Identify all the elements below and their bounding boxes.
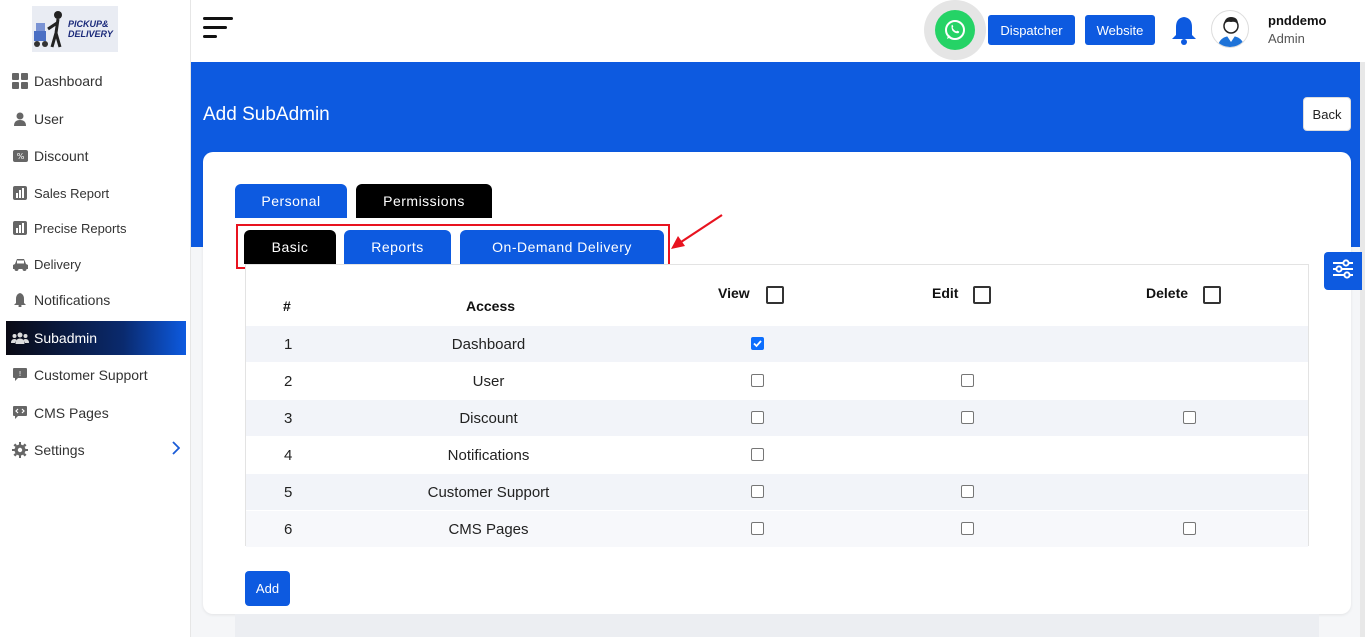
view-checkbox[interactable] bbox=[751, 374, 764, 387]
edit-checkbox[interactable] bbox=[961, 522, 974, 535]
user-name: pnddemo bbox=[1268, 13, 1327, 28]
chat-icon: ! bbox=[6, 368, 34, 382]
row-access: Dashboard bbox=[451, 335, 526, 353]
edit-checkbox[interactable] bbox=[961, 485, 974, 498]
sidebar-item-label: Customer Support bbox=[34, 367, 148, 383]
bell-icon bbox=[6, 293, 34, 307]
page-title: Add SubAdmin bbox=[203, 104, 330, 125]
svg-text:!: ! bbox=[19, 370, 22, 378]
row-access: User bbox=[472, 372, 505, 390]
row-access: Customer Support bbox=[427, 483, 550, 501]
sidebar-item-precise-reports[interactable]: Precise Reports bbox=[6, 211, 186, 245]
sidebar-item-dashboard[interactable]: Dashboard bbox=[6, 64, 186, 98]
sidebar-item-settings[interactable]: Settings bbox=[6, 433, 186, 467]
delete-all-checkbox[interactable] bbox=[1203, 286, 1221, 304]
delete-checkbox[interactable] bbox=[1183, 522, 1196, 535]
sidebar-item-sales-report[interactable]: Sales Report bbox=[6, 176, 186, 210]
grid-icon bbox=[6, 73, 34, 89]
table-row: 3 Discount bbox=[246, 399, 1308, 436]
tab-personal[interactable]: Personal bbox=[235, 184, 347, 218]
permissions-table: # Access View Edit Delete 1 Dashboard 2 … bbox=[245, 264, 1309, 547]
sidebar-item-label: Sales Report bbox=[34, 185, 110, 201]
sidebar-item-discount[interactable]: % Discount bbox=[6, 139, 186, 173]
user-icon bbox=[6, 112, 34, 126]
header-access: Access bbox=[466, 298, 516, 314]
logo-text: PICKUP& DELIVERY bbox=[68, 19, 113, 39]
sidebar-item-label: Precise Reports bbox=[34, 220, 127, 236]
edit-checkbox[interactable] bbox=[961, 374, 974, 387]
add-button[interactable]: Add bbox=[245, 571, 290, 606]
sidebar-item-customer-support[interactable]: ! Customer Support bbox=[6, 358, 186, 392]
dispatcher-button[interactable]: Dispatcher bbox=[988, 15, 1075, 45]
edit-checkbox[interactable] bbox=[961, 411, 974, 424]
table-row: 2 User bbox=[246, 362, 1308, 399]
header-edit: Edit bbox=[932, 285, 959, 301]
discount-icon: % bbox=[6, 150, 34, 162]
view-checkbox[interactable] bbox=[751, 411, 764, 424]
table-row: 4 Notifications bbox=[246, 436, 1308, 473]
highlight-box bbox=[236, 224, 670, 269]
code-chat-icon bbox=[6, 406, 34, 420]
delivery-figure-icon bbox=[32, 9, 68, 49]
annotation-arrow-icon bbox=[671, 214, 723, 249]
view-checkbox[interactable] bbox=[751, 485, 764, 498]
table-header: # Access View Edit Delete bbox=[246, 265, 1308, 325]
card-footer-shadow bbox=[235, 614, 1319, 637]
sidebar-item-label: Settings bbox=[34, 442, 85, 458]
sidebar-item-cms-pages[interactable]: CMS Pages bbox=[6, 396, 186, 430]
table-row: 1 Dashboard bbox=[246, 325, 1308, 362]
menu-toggle-icon[interactable] bbox=[203, 17, 235, 43]
header-number: # bbox=[283, 298, 291, 314]
chevron-right-icon bbox=[172, 440, 181, 460]
header-delete: Delete bbox=[1146, 285, 1189, 301]
sidebar-item-subadmin[interactable]: Subadmin bbox=[6, 321, 186, 355]
sidebar-item-notifications[interactable]: Notifications bbox=[6, 283, 186, 317]
sliders-icon bbox=[1332, 258, 1354, 284]
whatsapp-icon bbox=[935, 10, 975, 50]
customizer-toggle[interactable] bbox=[1324, 252, 1362, 290]
avatar[interactable] bbox=[1211, 10, 1249, 48]
whatsapp-button[interactable] bbox=[924, 0, 986, 60]
logo[interactable]: PICKUP& DELIVERY bbox=[32, 6, 118, 52]
table-row: 5 Customer Support bbox=[246, 473, 1308, 510]
gear-icon bbox=[6, 442, 34, 458]
sidebar-item-label: Notifications bbox=[34, 292, 111, 308]
user-role: Admin bbox=[1268, 31, 1305, 46]
view-checkbox[interactable] bbox=[751, 337, 764, 350]
svg-text:%: % bbox=[16, 152, 24, 161]
back-button[interactable]: Back bbox=[1303, 97, 1351, 131]
tab-permissions[interactable]: Permissions bbox=[356, 184, 492, 218]
sidebar-item-user[interactable]: User bbox=[6, 102, 186, 136]
header-view: View bbox=[718, 285, 750, 301]
view-checkbox[interactable] bbox=[751, 448, 764, 461]
sidebar-item-label: Dashboard bbox=[34, 73, 103, 89]
users-icon bbox=[6, 332, 34, 344]
sidebar-item-label: CMS Pages bbox=[34, 405, 109, 421]
row-access: CMS Pages bbox=[448, 520, 529, 538]
notification-bell-icon[interactable] bbox=[1171, 15, 1197, 50]
sidebar-item-label: Delivery bbox=[34, 256, 81, 272]
table-row: 6 CMS Pages bbox=[246, 510, 1308, 547]
view-all-checkbox[interactable] bbox=[766, 286, 784, 304]
row-access: Discount bbox=[459, 409, 518, 427]
sidebar-item-label: Discount bbox=[34, 148, 89, 164]
row-access: Notifications bbox=[447, 446, 530, 464]
report-icon bbox=[6, 221, 34, 235]
sidebar-item-delivery[interactable]: Delivery bbox=[6, 247, 186, 281]
car-icon bbox=[6, 258, 34, 271]
topbar: Dispatcher Website pnddemo Admin bbox=[191, 0, 1365, 62]
view-checkbox[interactable] bbox=[751, 522, 764, 535]
sidebar-item-label: Subadmin bbox=[34, 330, 98, 346]
scrollbar[interactable] bbox=[1360, 62, 1365, 637]
website-button[interactable]: Website bbox=[1085, 15, 1155, 45]
edit-all-checkbox[interactable] bbox=[973, 286, 991, 304]
sidebar: PICKUP& DELIVERY Dashboard User % Discou… bbox=[0, 0, 191, 637]
report-icon bbox=[6, 186, 34, 200]
sidebar-item-label: User bbox=[34, 111, 64, 127]
delete-checkbox[interactable] bbox=[1183, 411, 1196, 424]
